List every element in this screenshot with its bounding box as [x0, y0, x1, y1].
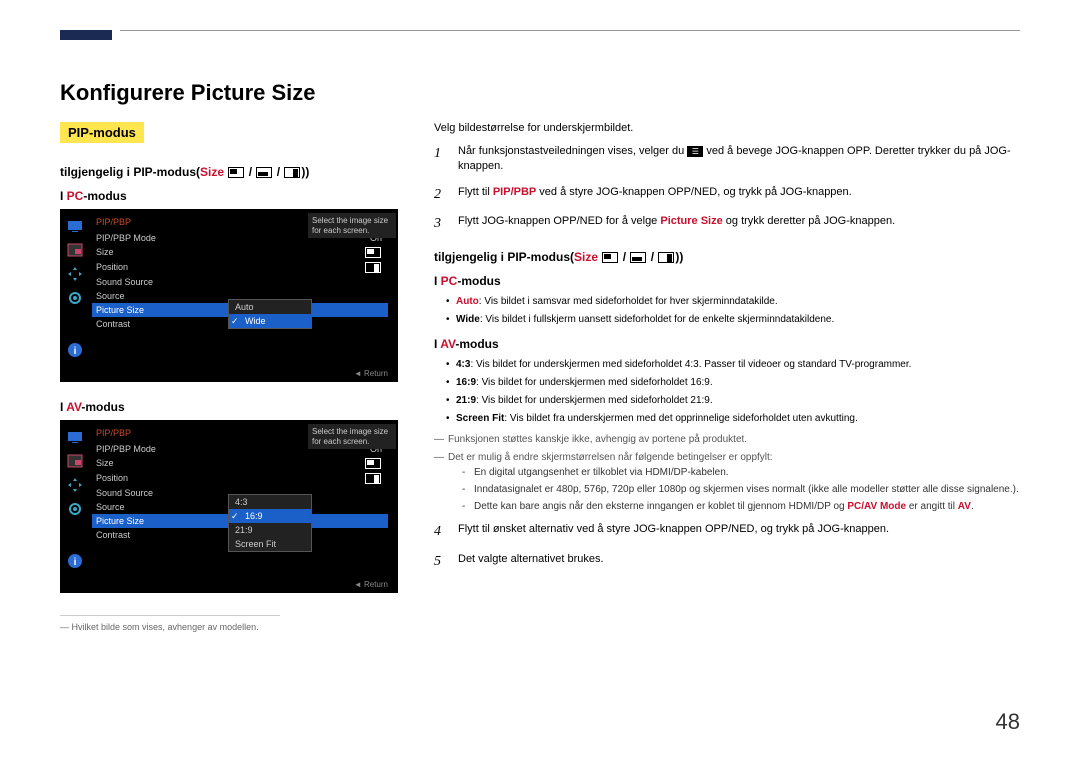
display-icon — [66, 428, 84, 446]
pc-bullets: Auto: Vis bildet i samsvar med sideforho… — [434, 294, 1020, 327]
pip-badge: PIP-modus — [60, 122, 144, 143]
nav-icon — [66, 476, 84, 494]
header-block — [60, 30, 112, 40]
nav-icon — [66, 265, 84, 283]
step-2: 2 Flytt til PIP/PBP ved å styre JOG-knap… — [434, 185, 1020, 205]
right-column: Velg bildestørrelse for underskjermbilde… — [434, 122, 1020, 632]
info-icon: i — [66, 552, 84, 570]
intro-text: Velg bildestørrelse for underskjermbilde… — [434, 122, 1020, 134]
size-value-icon — [365, 247, 381, 258]
svg-text:i: i — [74, 557, 77, 568]
position-value-icon — [365, 473, 381, 484]
osd-tooltip: Select the image size for each screen. — [308, 213, 396, 238]
size-icon-2 — [630, 252, 646, 263]
osd-popup-pc: Auto ✓Wide — [228, 299, 312, 329]
pip-icon — [66, 452, 84, 470]
av-mode-label-right: I AV-modus — [434, 337, 1020, 351]
osd-icon-strip: i — [62, 424, 88, 574]
pip-icon — [66, 241, 84, 259]
size-icon-3 — [658, 252, 674, 263]
panel-row: Position — [92, 471, 388, 486]
display-icon — [66, 217, 84, 235]
return-label[interactable]: ◄ Return — [62, 580, 392, 589]
av-bullets: 4:3: Vis bildet for underskjermen med si… — [434, 357, 1020, 426]
step-1: 1 Når funksjonstastveiledningen vises, v… — [434, 144, 1020, 175]
footnote: ― Hvilket bilde som vises, avhenger av m… — [60, 615, 280, 632]
size-value-icon — [365, 458, 381, 469]
position-value-icon — [365, 262, 381, 273]
size-icon-3 — [284, 167, 300, 178]
panel-row: Sound Source — [92, 275, 388, 289]
pc-mode-label-left: I PC-modus — [60, 189, 400, 203]
popup-item-selected[interactable]: ✓16:9 — [229, 509, 311, 523]
header-rule — [120, 30, 1020, 31]
size-icon-1 — [602, 252, 618, 263]
size-icon-2 — [256, 167, 272, 178]
av-mode-label-left: I AV-modus — [60, 400, 400, 414]
osd-tooltip: Select the image size for each screen. — [308, 424, 396, 449]
available-subhead-left: tilgjengelig i PIP-modus(Size / / )) — [60, 165, 400, 179]
popup-item[interactable]: 4:3 — [229, 495, 311, 509]
osd-icon-strip: i — [62, 213, 88, 363]
notes-list: Funksjonen støttes kanskje ikke, avhengi… — [434, 432, 1020, 514]
popup-item[interactable]: Screen Fit — [229, 537, 311, 551]
left-column: PIP-modus tilgjengelig i PIP-modus(Size … — [60, 122, 400, 632]
info-icon: i — [66, 341, 84, 359]
popup-item-selected[interactable]: ✓Wide — [229, 314, 311, 328]
header-bar — [0, 30, 1080, 58]
return-label[interactable]: ◄ Return — [62, 369, 392, 378]
step-5: 5 Det valgte alternativet brukes. — [434, 552, 1020, 572]
page-title: Konfigurere Picture Size — [60, 80, 1020, 106]
settings-icon — [66, 289, 84, 307]
menu-icon: ☰ — [687, 146, 703, 157]
osd-panel-av: i PIP/PBP PIP/PBP ModeOn Size Position S… — [60, 420, 398, 593]
step-3: 3 Flytt JOG-knappen OPP/NED for å velge … — [434, 214, 1020, 234]
popup-item[interactable]: 21:9 — [229, 523, 311, 537]
osd-panel-pc: i PIP/PBP PIP/PBP ModeOn Size Position S… — [60, 209, 398, 382]
panel-row: Size — [92, 245, 388, 260]
popup-item[interactable]: Auto — [229, 300, 311, 314]
available-subhead-right: tilgjengelig i PIP-modus(Size / / )) — [434, 250, 1020, 264]
pc-mode-label-right: I PC-modus — [434, 274, 1020, 288]
osd-popup-av: 4:3 ✓16:9 21:9 Screen Fit — [228, 494, 312, 552]
panel-row: Position — [92, 260, 388, 275]
settings-icon — [66, 500, 84, 518]
svg-text:i: i — [74, 346, 77, 357]
size-icon-1 — [228, 167, 244, 178]
panel-row: Size — [92, 456, 388, 471]
page-number: 48 — [996, 709, 1020, 735]
step-4: 4 Flytt til ønsket alternativ ved å styr… — [434, 522, 1020, 542]
